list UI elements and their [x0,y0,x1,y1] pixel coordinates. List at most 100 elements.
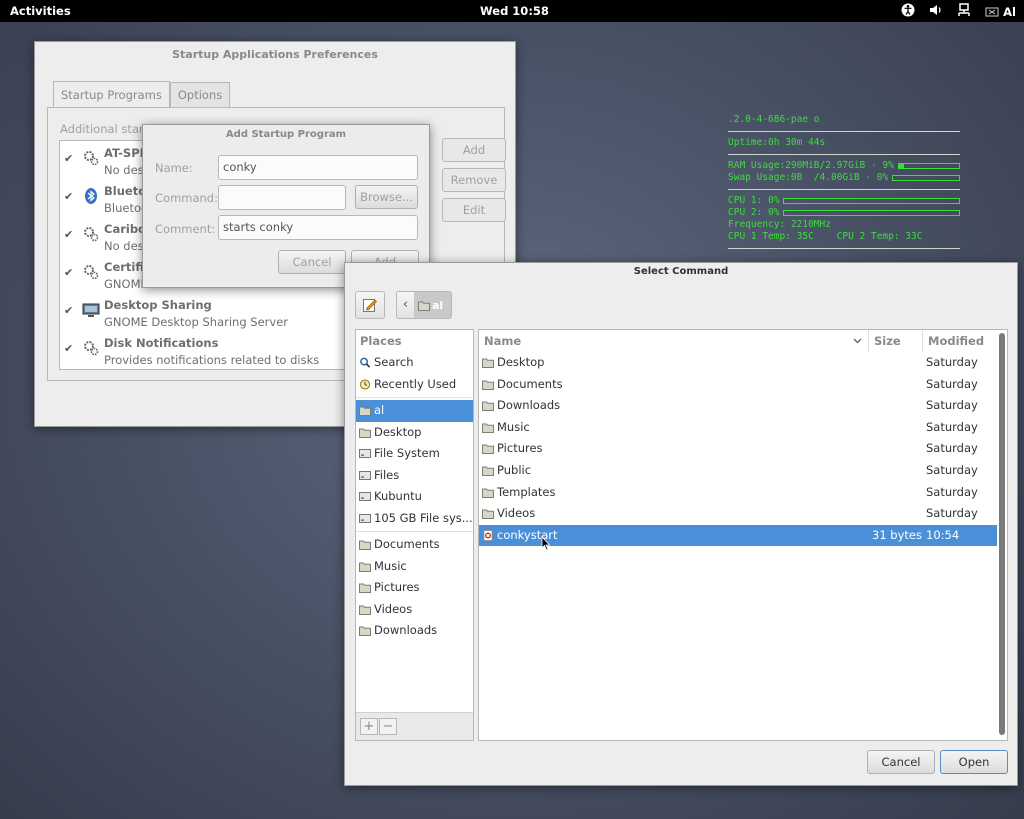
cancel-button[interactable]: Cancel [278,250,346,274]
tab-startup-programs[interactable]: Startup Programs [53,81,170,107]
remove-bookmark-button[interactable]: − [379,718,397,735]
place-label: Downloads [374,623,438,637]
place-label: 105 GB File sys... [374,510,473,525]
file-list[interactable]: Name Size Modified Desktop Saturday Docu… [478,329,1008,741]
tab-options[interactable]: Options [169,82,231,107]
bookmark-documents[interactable]: Documents [356,534,473,556]
list-item[interactable]: ✔ Disk Notifications Provides notificati… [60,331,374,369]
place-search[interactable]: Search [356,352,473,374]
path-buttons: ‹ al [396,291,452,319]
folder-icon [482,423,494,433]
checkbox[interactable]: ✔ [64,191,75,202]
folder-icon [482,488,494,498]
checkbox[interactable]: ✔ [64,229,75,240]
folder-icon [482,466,494,476]
places-separator [356,531,473,532]
list-item[interactable]: ✔ Desktop Sharing GNOME Desktop Sharing … [60,293,374,331]
file-modified: Saturday [926,355,978,369]
place-desktop[interactable]: Desktop [356,422,473,444]
window-title: Startup Applications Preferences [172,48,378,61]
file-row[interactable]: Templates Saturday [479,482,997,504]
conky-cpu2: CPU 2: 0% [728,207,780,218]
file-name: Desktop [497,355,545,369]
checkbox[interactable]: ✔ [64,305,75,316]
gear-icon [84,341,99,356]
path-label: al [432,298,444,312]
vertical-scrollbar[interactable] [999,333,1005,735]
folder-icon [359,540,371,550]
accessibility-icon[interactable] [901,3,915,20]
drive-icon [359,470,371,480]
clock[interactable]: Wed 10:58 [480,4,549,18]
conky-ram: RAM Usage:290MiB/2.97GiB - 9% [728,160,894,171]
file-row[interactable]: Pictures Saturday [479,438,997,460]
column-header-size[interactable]: Size [869,330,923,352]
place-recently-used[interactable]: Recently Used [356,374,473,396]
file-modified: Saturday [926,398,978,413]
checkbox[interactable]: ✔ [64,267,75,278]
folder-icon [359,583,371,593]
place-label: Music [374,558,407,573]
dialog-title: Select Command [633,266,729,277]
checkbox[interactable]: ✔ [64,153,75,164]
place-kubuntu[interactable]: Kubuntu [356,486,473,508]
home-folder-icon [359,406,371,416]
file-row[interactable]: Videos Saturday [479,503,997,525]
place-105gb-filesystem[interactable]: 105 GB File sys... [356,508,473,530]
place-home[interactable]: al [356,400,473,422]
conky-cpu1-row: CPU 1: 0% [728,195,964,207]
clock-icon [359,378,371,390]
type-location-button[interactable] [355,291,385,319]
add-button[interactable]: Add [442,138,506,162]
column-header-name[interactable]: Name [479,330,869,352]
file-row[interactable]: Downloads Saturday [479,395,997,417]
conky-divider [728,248,960,249]
conky-temps: CPU 1 Temp: 35C CPU 2 Temp: 33C [728,231,923,242]
drive-icon [359,449,371,458]
monitor-icon [82,303,100,317]
file-row[interactable]: Documents Saturday [479,374,997,396]
search-icon [360,357,371,368]
volume-icon[interactable] [929,3,943,20]
user-menu-icon[interactable]: Al [985,5,1016,19]
add-bookmark-button[interactable]: + [360,718,378,735]
folder-icon [482,444,494,455]
conky-divider [728,154,960,155]
file-row[interactable]: Music Saturday [479,417,997,439]
file-row-selected[interactable]: conkystart 31 bytes 10:54 [479,524,997,547]
system-tray: Al [901,3,1016,20]
bookmark-pictures[interactable]: Pictures [356,577,473,599]
network-icon[interactable] [957,3,971,20]
bookmark-videos[interactable]: Videos [356,599,473,621]
program-name: AT-SPI [104,146,144,160]
path-button-current[interactable]: al [415,292,451,318]
browse-button[interactable]: Browse... [355,185,418,209]
edit-button[interactable]: Edit [442,198,506,222]
open-button[interactable]: Open [940,750,1008,774]
cancel-button[interactable]: Cancel [867,750,935,774]
checkbox[interactable]: ✔ [64,343,75,354]
file-row[interactable]: Desktop Saturday [479,352,997,374]
place-file-system[interactable]: File System [356,443,473,465]
drive-icon [359,513,371,523]
place-files[interactable]: Files [356,465,473,487]
gear-icon [84,265,99,280]
command-field[interactable] [218,185,346,210]
back-chevron-icon[interactable]: ‹ [397,292,415,318]
place-label: Pictures [374,580,420,594]
column-header-modified[interactable]: Modified [923,330,997,352]
file-modified: Saturday [926,441,978,456]
bookmark-downloads[interactable]: Downloads [356,620,473,642]
remove-button[interactable]: Remove [442,168,506,192]
bookmark-music[interactable]: Music [356,556,473,578]
conky-swap: Swap Usage:0B /4.00GiB - 0% [728,172,889,183]
file-name: Downloads [497,398,561,413]
top-bar: Activities Wed 10:58 Al [0,0,1024,22]
folder-icon [482,358,494,368]
name-field[interactable]: conky [218,155,418,180]
conky-cpu2-row: CPU 2: 0% [728,207,964,219]
folder-icon [482,380,494,390]
activities-button[interactable]: Activities [10,4,71,18]
file-row[interactable]: Public Saturday [479,460,997,482]
comment-field[interactable]: starts conky [218,215,418,240]
